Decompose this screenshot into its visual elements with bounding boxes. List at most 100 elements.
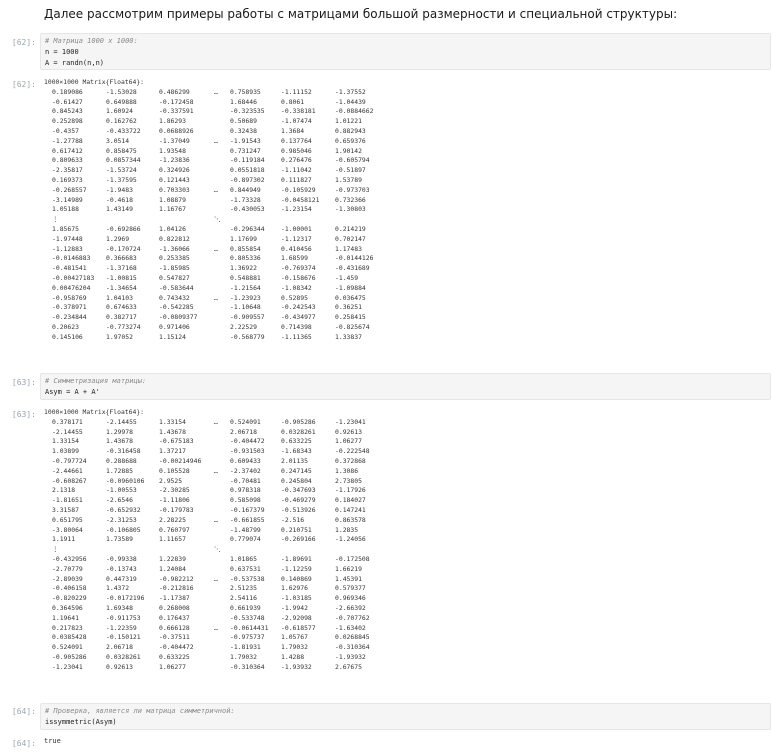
matrix-cell: 0.882943 (335, 126, 366, 135)
matrix-cell: 0.169373 (52, 175, 83, 184)
matrix-cell: 1.22839 (159, 554, 186, 563)
matrix-cell: -0.172458 (159, 97, 194, 106)
ellipsis-marker: … (214, 185, 218, 194)
matrix-row: 0.0385428 -0.150121 -0.37511 -0.975737 1.057… (44, 633, 370, 643)
matrix-cell: 0.0857344 (106, 156, 141, 165)
matrix-cell: 0.822812 (159, 234, 190, 243)
matrix-cell: -1.30803 (335, 205, 366, 214)
matrix-cell: 1.2969 (106, 234, 130, 243)
matrix-row: -1.23041 0.92613 1.06277 -0.310364 -1.93932 2… (44, 662, 362, 673)
matrix-row: 0.169373 -1.37595 0.121443 -0.897302 0.11182… (44, 175, 362, 186)
matrix-cell: 0.971406 (159, 322, 190, 331)
matrix-cell: 1.4372 (106, 584, 130, 593)
matrix-cell: -1.37552 (335, 87, 366, 96)
output-prompt-64: [64]: (11, 739, 36, 748)
matrix-cell: 1.3086 (335, 466, 359, 475)
code-cell-62-input[interactable]: # Матрица 1000 x 1000: n = 1000 A = rand… (40, 33, 771, 70)
matrix-cell: -0.106805 (106, 525, 141, 534)
matrix-cell: -0.568779 (230, 332, 265, 341)
matrix-cell: -0.158676 (281, 273, 316, 282)
matrix-cell: -0.179783 (159, 505, 194, 514)
matrix-cell: -0.212816 (159, 584, 194, 593)
matrix-cell: -1.23923 (230, 293, 261, 302)
matrix-cell: -1.9483 (106, 185, 133, 194)
matrix-cell: 0.609433 (230, 456, 261, 465)
matrix-cell: -0.269166 (281, 535, 316, 544)
matrix-cell: -2.30285 (159, 486, 190, 495)
matrix-cell: 0.703303 (159, 185, 190, 194)
matrix-cell: -0.434977 (281, 313, 316, 322)
matrix-cell: 0.92613 (335, 427, 362, 436)
matrix-cell: -0.70481 (230, 476, 261, 485)
code-cell-64-input[interactable]: # Проверка, является ли матрица симметри… (40, 703, 771, 730)
matrix-cell: 2.54116 (230, 594, 257, 603)
matrix-cell: -0.773274 (106, 322, 141, 331)
matrix-cell: -3.80064 (52, 525, 83, 534)
matrix-cell: 0.258415 (335, 313, 366, 322)
matrix-cell: -2.89039 (52, 574, 83, 583)
matrix-output-63: 1000×1000 Matrix{Float64}: 0.378171 -2.14… (44, 408, 370, 673)
matrix-cell: -0.222548 (335, 447, 370, 456)
matrix-cell: -1.97448 (52, 234, 83, 243)
matrix-cell: 0.32438 (230, 126, 257, 135)
matrix-row: -0.4357 -0.433722 0.0688926 0.32438 1.3684 0.… (44, 127, 366, 137)
matrix-cell: -0.481541 (52, 264, 87, 273)
matrix-row: 1.19641 -0.911753 0.176437 -0.533748 -2.9209… (44, 614, 370, 624)
matrix-row: -2.44661 1.72885 0.105528 … -2.37402 0.247145… (44, 467, 358, 477)
matrix-cell: 0.92613 (106, 662, 133, 671)
matrix-cell: 0.50689 (230, 117, 257, 126)
matrix-row: -0.797724 0.288688 -0.00214946 0.609433 2.01… (44, 457, 366, 467)
matrix-cell: 1.05188 (52, 205, 79, 214)
matrix-cell: 1.36922 (230, 264, 257, 273)
matrix-cell: 1.1911 (52, 535, 76, 544)
matrix-cell: -0.61427 (52, 97, 83, 106)
matrix-row: -2.35817 -1.53724 0.324926 0.0551818 -1.1104… (44, 166, 366, 176)
matrix-cell: -1.17926 (335, 486, 366, 495)
matrix-cell: -0.0614431 (230, 623, 269, 632)
matrix-cell: 1.53789 (335, 175, 362, 184)
matrix-cell: -0.234844 (52, 313, 87, 322)
matrix-cell: -0.692866 (106, 224, 141, 233)
matrix-cell: 1.03899 (52, 447, 79, 456)
matrix-cell: 1.04126 (159, 224, 186, 233)
matrix-cell: -1.85985 (159, 264, 190, 273)
matrix-row: 0.189086 -1.53028 0.486299 … 0.758935 -1.1115… (44, 88, 366, 98)
matrix-cell: -1.17387 (159, 594, 190, 603)
matrix-cell: -0.13743 (106, 564, 137, 573)
matrix-cell: -2.92098 (281, 613, 312, 622)
matrix-cell: -0.975737 (230, 633, 265, 642)
ellipsis-marker: … (214, 466, 218, 475)
matrix-cell: 0.969346 (335, 594, 366, 603)
matrix-cell: -0.0458121 (281, 195, 320, 204)
matrix-type-header: 1000×1000 Matrix{Float64}: (44, 408, 145, 416)
matrix-row: -0.268557 -1.9483 0.703303 … 0.844949 -0.1059… (44, 185, 370, 196)
matrix-cell: -1.73328 (230, 195, 261, 204)
markdown-cell-text: Далее рассмотрим примеры работы с матриц… (44, 7, 678, 21)
matrix-cell: 0.585098 (230, 496, 261, 505)
matrix-row: 1.03899 -0.316458 1.37217 -0.931503 -1.68343… (44, 447, 370, 457)
matrix-cell: -0.4618 (106, 195, 133, 204)
matrix-cell: -1.24056 (335, 535, 366, 544)
matrix-cell: 1.90142 (335, 146, 362, 155)
ellipsis-marker: ⋱ (214, 545, 221, 554)
matrix-cell: -0.675183 (159, 437, 194, 446)
matrix-cell: -0.533748 (230, 613, 265, 622)
matrix-cell: 1.43678 (106, 437, 133, 446)
matrix-cell: 0.985046 (281, 146, 312, 155)
matrix-cell: 0.0328261 (281, 427, 316, 436)
matrix-cell: 0.0328261 (106, 652, 141, 661)
matrix-cell: 0.524091 (52, 643, 83, 652)
code-cell-63-input[interactable]: # Симметризация матрицы: Asym = A + A' (40, 373, 771, 400)
matrix-cell: 2.9525 (159, 476, 183, 485)
matrix-cell: 2.06718 (230, 427, 257, 436)
matrix-cell: -0.973703 (335, 185, 370, 194)
ellipsis-marker: … (214, 293, 218, 302)
matrix-cell: -0.0146883 (52, 254, 91, 263)
matrix-cell: -3.14989 (52, 195, 83, 204)
matrix-row: -3.14989 -0.4618 1.08879 -1.73328 -0.0458121… (44, 195, 366, 206)
matrix-cell: -0.513926 (281, 505, 316, 514)
matrix-cell: 3.31587 (52, 505, 79, 514)
matrix-cell: -2.70779 (52, 564, 83, 573)
matrix-cell: 1.04103 (106, 293, 133, 302)
matrix-cell: -0.0809377 (159, 313, 198, 322)
